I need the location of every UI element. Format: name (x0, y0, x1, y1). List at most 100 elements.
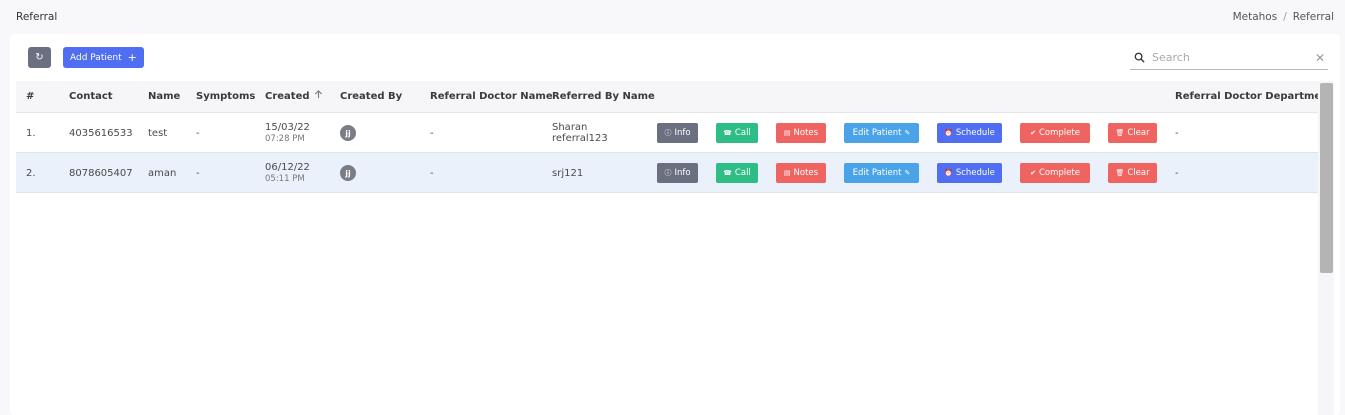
row-symptoms: - (196, 127, 200, 139)
top-bar: Referral Metahos / Referral (0, 0, 1345, 34)
row-index: 2. (26, 167, 36, 179)
edit-patient-button[interactable]: Edit Patient ✎ (844, 123, 919, 143)
plus-icon: + (127, 51, 137, 64)
schedule-label: Schedule (955, 168, 995, 178)
row-created-time: 05:11 PM (265, 174, 305, 184)
refresh-button[interactable]: ↻ (28, 47, 51, 68)
col-symptoms[interactable]: Symptoms (196, 81, 255, 113)
complete-button[interactable]: ✔ Complete (1020, 123, 1090, 143)
col-referral-doctor-name[interactable]: Referral Doctor Name (430, 81, 553, 113)
row-contact: 4035616533 (69, 127, 133, 139)
trash-icon: 🗑 (1115, 169, 1125, 177)
complete-label: Complete (1038, 168, 1080, 178)
col-created[interactable]: Created (265, 81, 323, 113)
notes-icon: ▤ (783, 169, 791, 177)
edit-icon: ✎ (904, 129, 911, 137)
info-label: Info (674, 128, 691, 138)
row-created-date: 15/03/22 (265, 122, 310, 133)
clear-label: Clear (1127, 128, 1150, 138)
breadcrumb-current: Referral (1292, 11, 1334, 23)
edit-patient-label: Edit Patient (852, 128, 902, 138)
call-button[interactable]: ☎ Call (716, 163, 758, 183)
notes-icon: ▤ (783, 129, 791, 137)
col-created-label: Created (265, 91, 310, 102)
avatar: jj (340, 165, 356, 181)
referral-table: # Contact Name Symptoms Created Created … (16, 81, 1333, 193)
row-department: - (1175, 127, 1179, 139)
notes-label: Notes (793, 168, 819, 178)
call-label: Call (734, 128, 751, 138)
row-referred-by-line2: referral123 (552, 133, 608, 144)
row-name: aman (148, 167, 177, 179)
breadcrumb-separator: / (1283, 11, 1287, 23)
notes-button[interactable]: ▤ Notes (776, 123, 826, 143)
schedule-button[interactable]: ⏰ Schedule (937, 123, 1002, 143)
col-referred-by-name[interactable]: Referred By Name (552, 81, 655, 113)
check-icon: ✔ (1030, 169, 1036, 177)
search-icon (1130, 52, 1148, 63)
col-index: # (26, 91, 35, 102)
search-input[interactable] (1148, 51, 1312, 64)
clear-label: Clear (1127, 168, 1150, 178)
table-row: 2. 8078605407 aman - 06/12/22 05:11 PM j… (16, 153, 1318, 193)
col-created-by[interactable]: Created By (340, 81, 402, 113)
check-icon: ✔ (1030, 129, 1036, 137)
row-referred-by: Sharan referral123 (552, 113, 608, 153)
search-bar: ✕ (1130, 46, 1328, 70)
add-patient-button[interactable]: Add Patient + (63, 47, 144, 68)
schedule-button[interactable]: ⏰ Schedule (937, 163, 1002, 183)
breadcrumb-home[interactable]: Metahos (1233, 11, 1278, 23)
row-created-by: jj (340, 113, 356, 153)
row-referred-by: srj121 (552, 153, 583, 193)
clear-button[interactable]: 🗑 Clear (1108, 123, 1157, 143)
info-button[interactable]: ⓘ Info (657, 123, 698, 143)
complete-button[interactable]: ✔ Complete (1020, 163, 1090, 183)
vertical-scrollbar[interactable] (1318, 81, 1334, 415)
row-department: - (1175, 167, 1179, 179)
complete-label: Complete (1038, 128, 1080, 138)
phone-icon: ☎ (723, 129, 732, 137)
avatar: jj (340, 125, 356, 141)
sort-arrow-up-icon (314, 81, 323, 113)
col-referral-doctor-department[interactable]: Referral Doctor Department (1175, 81, 1333, 113)
col-name[interactable]: Name (148, 81, 180, 113)
refresh-icon: ↻ (35, 52, 44, 63)
notes-label: Notes (793, 128, 819, 138)
table-row: 1. 4035616533 test - 15/03/22 07:28 PM j… (16, 113, 1318, 153)
edit-icon: ✎ (904, 169, 911, 177)
info-icon: ⓘ (664, 129, 672, 137)
row-referral-doctor-name: - (430, 127, 434, 139)
row-referral-doctor-name: - (430, 167, 434, 179)
info-button[interactable]: ⓘ Info (657, 163, 698, 183)
row-created-date: 06/12/22 (265, 162, 310, 173)
row-created-time: 07:28 PM (265, 134, 305, 144)
referral-card: ↻ Add Patient + ✕ # Contact Name Symptom… (10, 34, 1340, 415)
call-button[interactable]: ☎ Call (716, 123, 758, 143)
notes-button[interactable]: ▤ Notes (776, 163, 826, 183)
clear-button[interactable]: 🗑 Clear (1108, 163, 1157, 183)
info-label: Info (674, 168, 691, 178)
call-label: Call (734, 168, 751, 178)
row-index: 1. (26, 127, 36, 139)
trash-icon: 🗑 (1115, 129, 1125, 137)
row-contact: 8078605407 (69, 167, 133, 179)
edit-patient-label: Edit Patient (852, 168, 902, 178)
add-patient-label: Add Patient (70, 52, 122, 63)
row-created: 06/12/22 05:11 PM (265, 153, 310, 193)
scrollbar-thumb[interactable] (1320, 83, 1333, 273)
row-referred-by-line1: srj121 (552, 167, 584, 179)
schedule-label: Schedule (955, 128, 995, 138)
breadcrumb: Metahos / Referral (1233, 11, 1334, 23)
table-header: # Contact Name Symptoms Created Created … (16, 81, 1333, 113)
page-title: Referral (16, 11, 58, 23)
row-name: test (148, 127, 168, 139)
edit-patient-button[interactable]: Edit Patient ✎ (844, 163, 919, 183)
alarm-clock-icon: ⏰ (944, 129, 953, 137)
phone-icon: ☎ (723, 169, 732, 177)
row-referred-by-line1: Sharan (552, 122, 588, 133)
info-icon: ⓘ (664, 169, 672, 177)
row-created: 15/03/22 07:28 PM (265, 113, 310, 153)
alarm-clock-icon: ⏰ (944, 169, 953, 177)
clear-search-icon[interactable]: ✕ (1312, 51, 1328, 65)
col-contact[interactable]: Contact (69, 81, 113, 113)
